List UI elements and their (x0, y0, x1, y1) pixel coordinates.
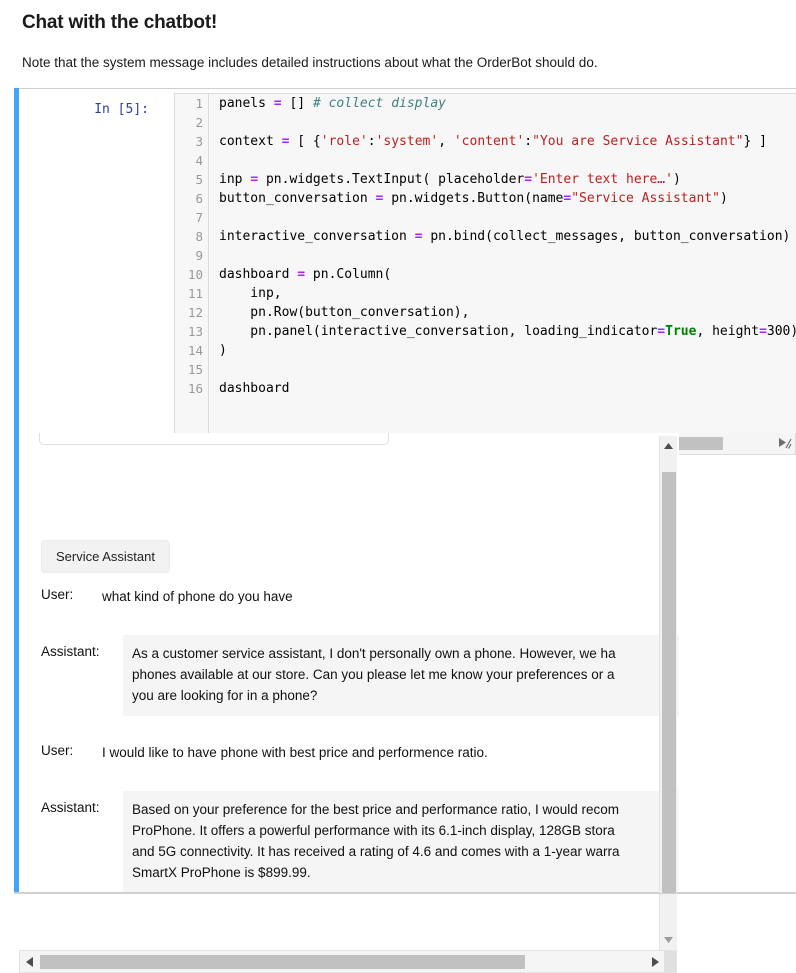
code-line[interactable]: inp = pn.widgets.TextInput( placeholder=… (210, 170, 796, 189)
code-line[interactable]: dashboard (210, 379, 796, 398)
line-number: 15 (187, 362, 203, 377)
line-number: 12 (187, 305, 203, 320)
cell-output-area: Service Assistant User: what kind of phon… (19, 433, 679, 892)
code-line[interactable] (210, 360, 796, 379)
line-number: 4 (195, 153, 203, 168)
chat-message-assistant: Assistant: As a customer service assistan… (19, 635, 679, 716)
markdown-header: Chat with the chatbot! Note that the sys… (0, 0, 796, 70)
chat-role-label: User: (41, 743, 74, 758)
scrollbar-corner (664, 951, 676, 972)
cell-top-border (19, 88, 796, 89)
chat-role-label: Assistant: (41, 644, 100, 659)
line-number: 5 (195, 172, 203, 187)
chat-message-text: what kind of phone do you have (93, 578, 623, 617)
code-line[interactable]: button_conversation = pn.widgets.Button(… (210, 189, 796, 208)
output-hscrollbar-thumb[interactable] (40, 955, 525, 969)
conversation-list: User: what kind of phone do you have Assis… (19, 578, 679, 892)
line-number: 16 (187, 381, 203, 396)
chat-message-text: Based on your preference for the best pr… (123, 791, 679, 892)
page-note: Note that the system message includes de… (22, 55, 598, 70)
chat-role-label: User: (41, 587, 74, 602)
line-number-gutter: 1 2 3 4 5 6 7 8 9 10 11 12 13 14 15 16 (175, 94, 209, 434)
page-title: Chat with the chatbot! (22, 12, 218, 33)
code-line[interactable] (210, 151, 796, 170)
code-line[interactable]: panels = [] # collect display (210, 94, 796, 113)
code-line[interactable]: ) (210, 341, 796, 360)
input-prompt-label: In [5]: (94, 102, 149, 117)
code-line[interactable]: interactive_conversation = pn.bind(colle… (210, 227, 796, 246)
chat-message-assistant: Assistant: Based on your preference for t… (19, 791, 679, 892)
code-line[interactable]: pn.panel(interactive_conversation, loadi… (210, 322, 796, 341)
chat-role-label: Assistant: (41, 800, 100, 815)
scroll-up-arrow-icon[interactable] (662, 440, 675, 453)
output-horizontal-scrollbar[interactable] (19, 950, 677, 973)
code-line[interactable]: pn.Row(button_conversation), (210, 303, 796, 322)
service-assistant-button[interactable]: Service Assistant (41, 540, 170, 573)
output-scroll-left-arrow-icon[interactable] (23, 955, 37, 969)
code-line[interactable]: context = [ {'role':'system', 'content':… (210, 132, 796, 151)
output-vscrollbar-thumb[interactable] (662, 472, 676, 894)
code-source-area[interactable]: panels = [] # collect display context = … (210, 94, 796, 434)
line-number: 6 (195, 191, 203, 206)
line-number: 7 (195, 210, 203, 225)
code-line[interactable] (210, 113, 796, 132)
page-bottom-divider (14, 893, 796, 894)
chat-message-user: User: I would like to have phone with bes… (19, 734, 679, 773)
code-line[interactable] (210, 208, 796, 227)
scroll-down-arrow-icon[interactable] (662, 933, 675, 946)
line-number: 14 (187, 343, 203, 358)
code-editor[interactable]: 1 2 3 4 5 6 7 8 9 10 11 12 13 14 15 16 panels = [] # co… (174, 93, 796, 435)
line-number: 10 (187, 267, 203, 282)
line-number: 2 (195, 115, 203, 130)
output-vertical-scrollbar[interactable] (659, 436, 677, 950)
notebook-cell[interactable]: In [5]: 1 2 3 4 5 6 7 8 9 10 11 12 13 14 15 16 panels =… (14, 88, 796, 973)
line-number: 3 (195, 134, 203, 149)
output-scroll-right-arrow-icon[interactable] (648, 955, 662, 969)
cell-resize-handle-icon[interactable] (777, 436, 792, 451)
line-number: 9 (195, 248, 203, 263)
chat-message-text: As a customer service assistant, I don't… (123, 635, 679, 716)
code-line[interactable]: dashboard = pn.Column( (210, 265, 796, 284)
line-number: 8 (195, 229, 203, 244)
line-number: 1 (195, 96, 203, 111)
text-input[interactable] (39, 433, 389, 445)
line-number: 11 (187, 286, 203, 301)
line-number: 13 (187, 324, 203, 339)
code-line[interactable] (210, 246, 796, 265)
chat-message-text: I would like to have phone with best pri… (93, 734, 623, 773)
chat-message-user: User: what kind of phone do you have (19, 578, 679, 617)
code-line[interactable]: inp, (210, 284, 796, 303)
